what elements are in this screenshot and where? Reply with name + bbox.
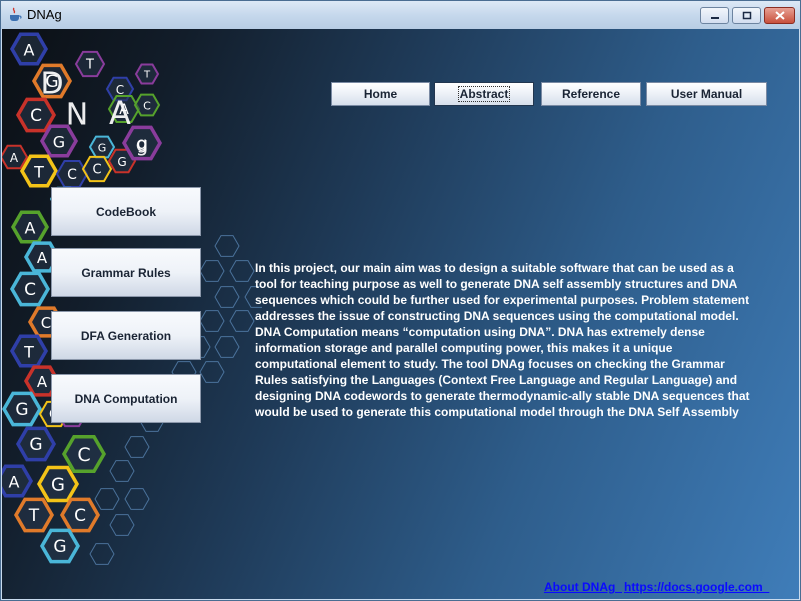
hexagon-letter: C xyxy=(41,314,51,332)
decorative-hexagon: A xyxy=(10,210,50,244)
decorative-hexagon: A xyxy=(9,32,49,66)
decorative-hexagon-outline xyxy=(94,488,120,510)
docs-google-link[interactable]: https://docs.google.com xyxy=(624,580,769,594)
decorative-hexagon-outline xyxy=(124,436,150,458)
decorative-hexagon-outline xyxy=(199,310,225,332)
decorative-hexagon-outline xyxy=(214,286,240,308)
decorative-hexagon: A xyxy=(2,144,29,170)
close-icon xyxy=(774,7,785,25)
hexagon-letter: T xyxy=(143,70,151,81)
nav-abstract-label: Abstract xyxy=(457,86,511,102)
hexagon-letter: T xyxy=(23,343,34,362)
dfa-generation-label: DFA Generation xyxy=(80,328,172,343)
grammar-rules-label: Grammar Rules xyxy=(81,265,171,280)
close-button[interactable] xyxy=(764,7,795,24)
window-title: DNAg xyxy=(27,7,62,22)
minimize-icon xyxy=(710,7,720,25)
hexagon-letter: A xyxy=(9,473,20,492)
hexagon-letter: A xyxy=(37,249,48,267)
decorative-hexagon: T xyxy=(134,63,160,85)
maximize-button[interactable] xyxy=(732,7,761,24)
decorative-hexagon-outline xyxy=(199,361,225,383)
hexagon-letter: G xyxy=(98,142,107,155)
logo-letter: g xyxy=(136,132,149,156)
hexagon-letter: T xyxy=(33,163,44,182)
hexagon-letter: G xyxy=(29,435,42,455)
decorative-hexagon: G xyxy=(15,426,57,462)
dna-computation-button[interactable]: DNA Computation xyxy=(51,374,201,423)
decorative-hexagon: C xyxy=(61,434,107,474)
about-dnag-link[interactable]: About DNAg xyxy=(544,580,622,594)
hexagon-letter: C xyxy=(77,444,90,466)
grammar-rules-button[interactable]: Grammar Rules xyxy=(51,248,201,297)
hexagon-letter: G xyxy=(53,133,65,152)
hexagon-letter: C xyxy=(143,100,151,113)
decorative-hexagon: C xyxy=(15,97,57,133)
decorative-hexagon: C xyxy=(59,497,101,533)
decorative-hexagon-outline xyxy=(89,543,115,565)
nav-user-manual-button[interactable]: User Manual xyxy=(646,82,767,106)
decorative-hexagon-outline xyxy=(124,488,150,510)
hexagon-letter: C xyxy=(74,506,86,526)
main-panel: AGCGTCAACCTAGGGCAGTCGTCAAGCCAGTACgDNAg H… xyxy=(2,29,799,599)
codebook-button[interactable]: CodeBook xyxy=(51,187,201,236)
logo-letter: N xyxy=(66,98,88,133)
hexagon-letter: A xyxy=(37,373,48,391)
decorative-hexagon: C xyxy=(133,93,161,117)
hexagon-letter: C xyxy=(24,280,36,300)
decorative-hexagon: C xyxy=(9,271,51,307)
decorative-hexagon-outline xyxy=(214,235,240,257)
nav-reference-button[interactable]: Reference xyxy=(541,82,641,106)
hexagon-letter: C xyxy=(67,167,77,183)
decorative-hexagon: T xyxy=(74,50,106,78)
hexagon-letter: A xyxy=(10,151,19,165)
hexagon-letter: G xyxy=(51,475,65,496)
hexagon-letter: T xyxy=(28,506,40,526)
app-window: DNAg AGCGTCAACCTAGGGCAGTCGTCAAGCCAGTACgD… xyxy=(0,0,801,601)
logo-letter: A xyxy=(109,94,131,132)
decorative-hexagon-outline xyxy=(229,310,255,332)
nav-user-manual-label: User Manual xyxy=(670,87,743,101)
hexagon-letter: G xyxy=(117,155,126,169)
nav-home-button[interactable]: Home xyxy=(331,82,430,106)
hexagon-letter: C xyxy=(92,163,101,178)
decorative-hexagon: T xyxy=(9,334,49,368)
dna-computation-label: DNA Computation xyxy=(74,391,178,406)
hexagon-letter: T xyxy=(85,58,94,73)
decorative-hexagon-outline xyxy=(109,460,135,482)
hexagon-letter: A xyxy=(24,41,35,60)
nav-abstract-button[interactable]: Abstract xyxy=(434,82,534,106)
decorative-hexagon-outline xyxy=(199,260,225,282)
codebook-label: CodeBook xyxy=(96,204,156,219)
decorative-hexagon-outline xyxy=(229,260,255,282)
maximize-icon xyxy=(742,7,752,25)
decorative-hexagon: T xyxy=(13,497,55,533)
decorative-hexagon: C xyxy=(55,160,89,188)
hexagon-letter: G xyxy=(15,400,28,420)
decorative-hexagon: T xyxy=(19,154,59,188)
abstract-paragraph: In this project, our main aim was to des… xyxy=(255,261,750,419)
minimize-button[interactable] xyxy=(700,7,729,24)
decorative-hexagon: G xyxy=(2,391,43,427)
decorative-hexagon: G xyxy=(36,465,80,503)
hexagon-letter: G xyxy=(53,537,66,557)
hexagon-letter: A xyxy=(25,219,36,238)
decorative-hexagon-outline xyxy=(109,514,135,536)
hexagon-letter: C xyxy=(30,106,42,126)
dfa-generation-button[interactable]: DFA Generation xyxy=(51,311,201,360)
decorative-hexagon: C xyxy=(81,155,113,183)
nav-home-label: Home xyxy=(363,87,398,101)
title-bar[interactable]: DNAg xyxy=(1,1,800,29)
decorative-hexagon: G xyxy=(39,528,81,564)
decorative-hexagon-outline xyxy=(214,336,240,358)
nav-reference-label: Reference xyxy=(561,87,621,101)
java-cup-icon xyxy=(8,7,22,22)
decorative-hexagon: G xyxy=(88,135,116,159)
decorative-hexagon: A xyxy=(2,464,34,498)
logo-letter: D xyxy=(40,67,63,102)
